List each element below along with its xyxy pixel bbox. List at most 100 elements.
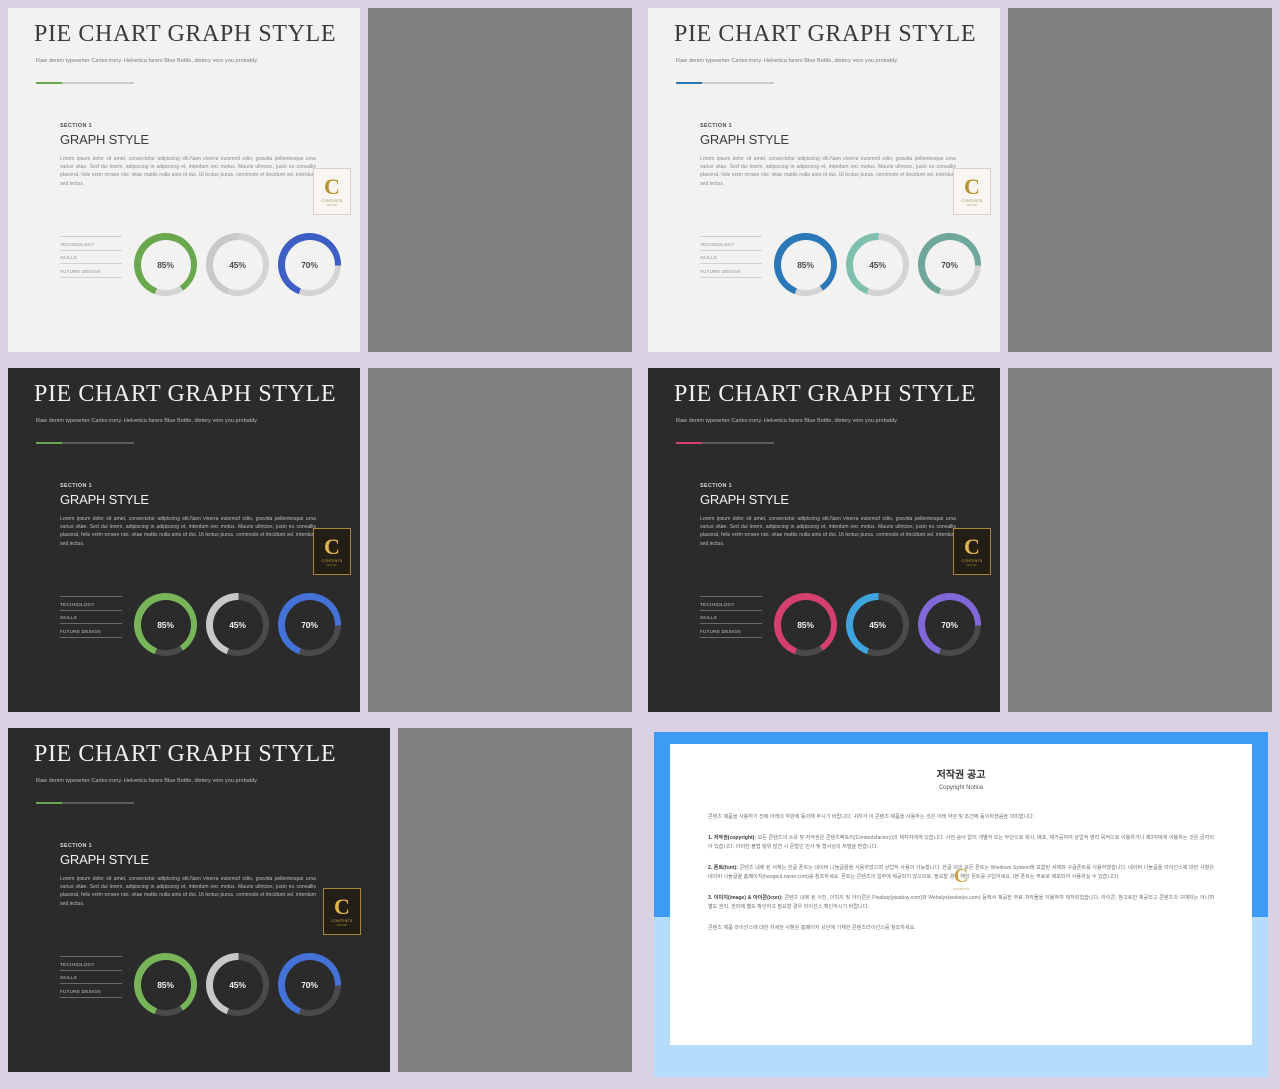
donut-hole: 70%	[284, 239, 335, 290]
grid-cell-1: PIE CHART GRAPH STYLE Raw denim typewrite…	[0, 0, 640, 360]
legend-item-1: SKILLS	[60, 249, 122, 264]
contents-badge: C CONTENTS FACTORY	[953, 168, 991, 215]
donut-chart-0: 85%	[134, 233, 197, 296]
body-paragraph: Lorem ipsum dolor sit amet, consectetur …	[60, 876, 316, 907]
donut-chart-1: 45%	[846, 233, 909, 296]
copyright-title: 저작권 공고	[936, 770, 986, 781]
donut-chart-0: 85%	[134, 593, 197, 656]
slide-preview-2[interactable]: PIE CHART GRAPH STYLE Raw denim typewrite…	[648, 8, 1000, 352]
copyright-item-heading: 3. 이미지(image) & 아이콘(icon):	[708, 894, 783, 901]
badge-wordmark: CONTENTS	[961, 198, 983, 203]
body-paragraph: Lorem ipsum dolor sit amet, consectetur …	[700, 156, 956, 187]
badge-subword: FACTORY	[336, 923, 348, 927]
section-label: SECTION 1	[700, 123, 733, 129]
accent-rule-fill	[36, 802, 62, 804]
donut-chart-2: 70%	[278, 233, 341, 296]
badge-subword: FACTORY	[966, 203, 978, 207]
copyright-item: 3. 이미지(image) & 아이콘(icon): 콘텐츠 내에 된 사진, …	[708, 894, 1214, 913]
copyright-notice-frame: 저작권 공고 Copyright Notice 콘텐츠 제품을 사용하기 전에 …	[654, 732, 1268, 1077]
slide-title: PIE CHART GRAPH STYLE	[34, 21, 337, 47]
slide-title: PIE CHART GRAPH STYLE	[34, 381, 337, 407]
slide-subtitle: Raw denim typewriter Carles irony. Helve…	[36, 418, 259, 424]
slide-preview-1[interactable]: PIE CHART GRAPH STYLE Raw denim typewrite…	[8, 8, 360, 352]
badge-c-glyph: C	[324, 533, 340, 559]
donut-value-label: 85%	[797, 259, 814, 270]
copyright-document-page[interactable]: 저작권 공고 Copyright Notice 콘텐츠 제품을 사용하기 전에 …	[670, 744, 1252, 1045]
slide-preview-4[interactable]: PIE CHART GRAPH STYLE Raw denim typewrite…	[648, 368, 1000, 712]
donut-hole: 85%	[140, 239, 191, 290]
section-label: SECTION 1	[700, 483, 733, 489]
legend-item-0: TECHNOLOGY	[700, 236, 762, 250]
donut-value-label: 85%	[157, 259, 174, 270]
donut-chart-1: 45%	[206, 233, 269, 296]
contents-badge: C CONTENTS FACTORY	[323, 888, 361, 935]
contents-badge: C CONTENTS FACTORY	[313, 168, 351, 215]
donut-chart-2: 70%	[278, 593, 341, 656]
contents-badge: C CONTENTS FACTORY	[313, 528, 351, 575]
legend-item-2: FUTURE DESIGN	[700, 623, 762, 638]
grid-cell-4: PIE CHART GRAPH STYLE Raw denim typewrite…	[640, 360, 1280, 720]
legend-item-1: SKILLS	[700, 609, 762, 624]
legend-item-0: TECHNOLOGY	[700, 596, 762, 610]
badge-subword: FACTORY	[966, 563, 978, 567]
skills-legend: TECHNOLOGY SKILLS FUTURE DESIGN	[60, 236, 122, 278]
donut-chart-group: 85% 45% 70%	[134, 593, 341, 656]
donut-chart-2: 70%	[918, 593, 981, 656]
badge-c-glyph: C	[324, 173, 340, 199]
donut-hole: 85%	[140, 959, 191, 1010]
section-heading: GRAPH STYLE	[60, 492, 149, 507]
donut-chart-group: 85% 45% 70%	[774, 233, 981, 296]
slide-title: PIE CHART GRAPH STYLE	[674, 381, 977, 407]
legend-item-2: FUTURE DESIGN	[60, 263, 122, 278]
legend-item-1: SKILLS	[60, 609, 122, 624]
donut-hole: 70%	[924, 239, 975, 290]
grid-cell-2: PIE CHART GRAPH STYLE Raw denim typewrite…	[640, 0, 1280, 360]
accent-rule	[36, 442, 134, 444]
donut-value-label: 70%	[301, 979, 318, 990]
body-paragraph: Lorem ipsum dolor sit amet, consectetur …	[60, 516, 316, 547]
section-heading: GRAPH STYLE	[60, 852, 149, 867]
section-label: SECTION 1	[60, 843, 93, 849]
legend-item-2: FUTURE DESIGN	[700, 263, 762, 278]
placeholder-panel-4	[1008, 368, 1272, 712]
copyright-item: 1. 저작권(copyright): 모든 콘텐츠의 소유 및 저작권은 콘텐츠…	[708, 834, 1214, 853]
badge-c-glyph: C	[964, 533, 980, 559]
slide-subtitle: Raw denim typewriter Carles irony. Helve…	[36, 778, 259, 784]
accent-rule-fill	[36, 82, 62, 84]
grid-cell-5: PIE CHART GRAPH STYLE Raw denim typewrite…	[0, 720, 640, 1089]
slide-subtitle: Raw denim typewriter Carles irony. Helve…	[36, 58, 259, 64]
copyright-item-heading: 2. 폰트(font):	[708, 864, 738, 871]
donut-chart-0: 85%	[774, 593, 837, 656]
section-heading: GRAPH STYLE	[700, 492, 789, 507]
logo-c-glyph: C	[953, 865, 969, 887]
slide-preview-3[interactable]: PIE CHART GRAPH STYLE Raw denim typewrite…	[8, 368, 360, 712]
skills-legend: TECHNOLOGY SKILLS FUTURE DESIGN	[700, 236, 762, 278]
donut-chart-group: 85% 45% 70%	[134, 233, 341, 296]
grid-cell-6: 저작권 공고 Copyright Notice 콘텐츠 제품을 사용하기 전에 …	[640, 720, 1280, 1089]
donut-hole: 70%	[284, 959, 335, 1010]
legend-item-1: SKILLS	[700, 249, 762, 264]
donut-value-label: 70%	[941, 619, 958, 630]
copyright-item-text: 모든 콘텐츠의 소유 및 저작권은 콘텐츠팩토리(Contentsfactory…	[708, 834, 1214, 851]
accent-rule	[36, 802, 134, 804]
donut-value-label: 85%	[157, 979, 174, 990]
skills-legend: TECHNOLOGY SKILLS FUTURE DESIGN	[700, 596, 762, 638]
donut-hole: 85%	[140, 599, 191, 650]
accent-rule-fill	[36, 442, 62, 444]
badge-wordmark: CONTENTS	[331, 918, 353, 923]
section-label: SECTION 1	[60, 483, 93, 489]
donut-value-label: 85%	[157, 619, 174, 630]
donut-hole: 70%	[284, 599, 335, 650]
accent-rule	[676, 442, 774, 444]
legend-item-2: FUTURE DESIGN	[60, 623, 122, 638]
legend-item-0: TECHNOLOGY	[60, 956, 122, 970]
badge-wordmark: CONTENTS	[321, 558, 343, 563]
placeholder-panel-2	[1008, 8, 1272, 352]
donut-hole: 70%	[924, 599, 975, 650]
donut-chart-2: 70%	[278, 953, 341, 1016]
donut-chart-1: 45%	[206, 953, 269, 1016]
donut-value-label: 70%	[941, 259, 958, 270]
slide-preview-5[interactable]: PIE CHART GRAPH STYLE Raw denim typewrite…	[8, 728, 390, 1072]
donut-hole: 45%	[852, 239, 903, 290]
skills-legend: TECHNOLOGY SKILLS FUTURE DESIGN	[60, 596, 122, 638]
